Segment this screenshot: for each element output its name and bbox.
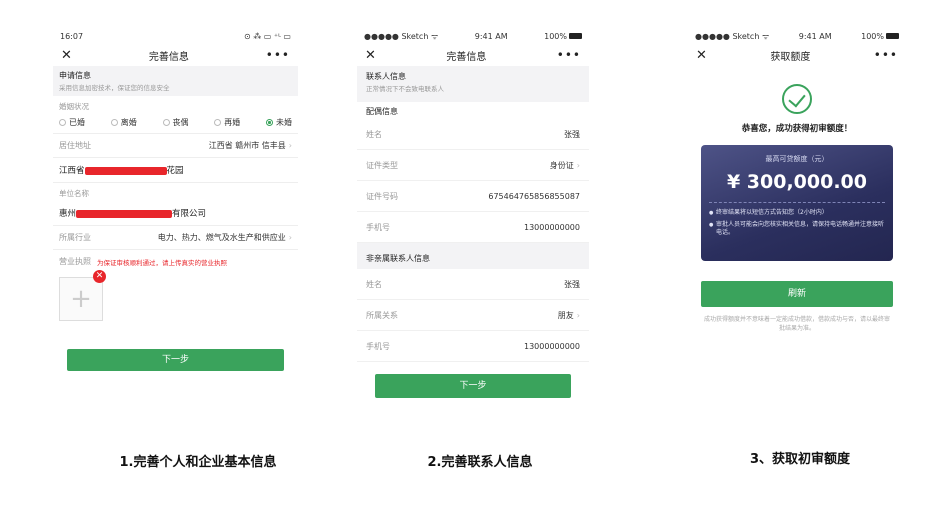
industry-value: 电力、热力、燃气及水生产和供应业: [157, 233, 286, 242]
status-bar: ●●●●● Sketch ᯤ 9:41 AM 100%: [357, 28, 589, 44]
status-time: 9:41 AM: [474, 31, 508, 41]
status-carrier: ●●●●● Sketch ᯤ: [695, 31, 770, 41]
license-upload[interactable]: + ✕: [59, 270, 106, 321]
address-detail-input[interactable]: 江西省 花园: [53, 158, 298, 183]
chevron-right-icon: ›: [576, 310, 580, 320]
radio-circle-icon: [59, 119, 66, 126]
disclaimer-text: 成功获得额度并不意味着一定能成功借款，借款成功与否，请以最终审批结果为准。: [703, 316, 890, 332]
radio-unmarried[interactable]: 未婚: [266, 117, 292, 128]
success-check-icon: [782, 84, 812, 114]
redaction-mark: [76, 209, 173, 218]
quota-amount: ¥ 300,000.00: [726, 171, 868, 193]
status-bar: 16:07 ⊙ ⁂ ▭ ⁺ᴸ ▭: [53, 28, 298, 44]
chevron-right-icon: ›: [288, 233, 292, 242]
application-info-header: 申请信息 采用信息加密技术，保证您的信息安全: [53, 66, 298, 96]
nonrelative-section-title: 非亲属联系人信息: [357, 243, 589, 269]
card-note: 终审结果将以短信方式告知您（2小时内）: [709, 209, 885, 218]
license-row: 营业执照 为保证审核顺利通过，请上传真实的营业执照: [53, 250, 298, 273]
step-caption-3: 3、获取初审额度: [749, 452, 851, 467]
status-carrier: ●●●●● Sketch ᯤ: [364, 31, 439, 41]
status-battery: 100%: [861, 31, 884, 41]
more-icon[interactable]: •••: [874, 48, 898, 62]
congrats-text: 恭喜您，成功获得初审额度！: [741, 124, 853, 134]
close-icon[interactable]: ✕: [61, 48, 72, 63]
step-caption-1: 1.完善个人和企业基本信息: [119, 455, 277, 470]
screen-contact-info: ●●●●● Sketch ᯤ 9:41 AM 100% ✕ 完善信息 ••• 联…: [357, 28, 589, 438]
radio-remarried[interactable]: 再婚: [214, 117, 240, 128]
battery-icon: [568, 33, 582, 39]
card-note: 审批人员可能会向您核实相关信息，请保持电话畅通并注意接听电话。: [709, 221, 885, 238]
more-icon[interactable]: •••: [266, 48, 290, 62]
industry-label: 所属行业: [59, 233, 91, 242]
screen-get-quota: ●●●●● Sketch ᯤ 9:41 AM 100% ✕ 获取额度 ••• 恭…: [688, 28, 906, 378]
company-label: 单位名称: [59, 189, 89, 198]
marital-label: 婚姻状况: [59, 102, 89, 111]
status-battery: 100%: [544, 31, 567, 41]
quota-card: 最高可贷额度（元） ¥ 300,000.00 终审结果将以短信方式告知您（2小时…: [701, 145, 893, 261]
radio-circle-icon: [162, 119, 170, 126]
delete-icon[interactable]: ✕: [93, 270, 106, 283]
nonrelative-name-row[interactable]: 姓名 张强: [357, 269, 589, 300]
chevron-right-icon: ›: [288, 141, 292, 150]
status-bar: ●●●●● Sketch ᯤ 9:41 AM 100%: [688, 28, 906, 44]
more-icon[interactable]: •••: [557, 48, 581, 62]
license-label: 营业执照: [59, 257, 91, 266]
step-caption-2: 2.完善联系人信息: [427, 455, 533, 470]
address-value: 江西省 赣州市 信丰县: [208, 141, 286, 150]
section-title: 申请信息: [59, 71, 91, 80]
close-icon[interactable]: ✕: [365, 48, 376, 63]
plus-icon: +: [70, 284, 92, 314]
radio-widowed[interactable]: 丧偶: [162, 117, 189, 128]
license-hint: 为保证审核顺利通过，请上传真实的营业执照: [97, 258, 227, 267]
refresh-button[interactable]: 刷新: [701, 281, 893, 307]
spouse-section-title: 配偶信息: [357, 102, 589, 119]
screen-basic-info: 16:07 ⊙ ⁂ ▭ ⁺ᴸ ▭ ✕ 完善信息 ••• 申请信息 采用信息加密技…: [53, 28, 298, 438]
radio-circle-icon: [110, 119, 118, 126]
address-label: 居住地址: [59, 141, 91, 150]
contact-info-header: 联系人信息 正常情况下不会致电联系人: [357, 66, 589, 102]
nav-title: 完善信息: [148, 51, 189, 63]
nonrelative-phone-row[interactable]: 手机号 13000000000: [357, 331, 589, 362]
address-row[interactable]: 居住地址 江西省 赣州市 信丰县 ›: [53, 134, 298, 158]
status-icons: ⊙ ⁂ ▭ ⁺ᴸ ▭: [243, 31, 291, 41]
radio-married[interactable]: 已婚: [59, 117, 85, 128]
next-button[interactable]: 下一步: [375, 374, 571, 398]
nav-bar: ✕ 获取额度 •••: [688, 44, 906, 66]
nav-title: 获取额度: [770, 51, 811, 63]
nav-title: 完善信息: [446, 51, 487, 63]
battery-icon: [885, 33, 899, 39]
close-icon[interactable]: ✕: [696, 48, 707, 63]
radio-divorced[interactable]: 离婚: [110, 117, 137, 128]
company-name-input[interactable]: 惠州 有限公司: [53, 201, 298, 226]
radio-circle-icon: [214, 119, 222, 126]
marital-options: 已婚 离婚 丧偶 再婚 未婚: [53, 114, 298, 134]
nav-bar: ✕ 完善信息 •••: [357, 44, 589, 66]
spouse-idtype-row[interactable]: 证件类型 身份证 ›: [357, 150, 589, 181]
spouse-phone-row[interactable]: 手机号 13000000000: [357, 212, 589, 243]
industry-row[interactable]: 所属行业 电力、热力、燃气及水生产和供应业 ›: [53, 226, 298, 250]
section-subtitle: 采用信息加密技术，保证您的信息安全: [59, 84, 170, 92]
card-divider: [709, 202, 885, 203]
card-caption: 最高可贷额度（元）: [765, 155, 829, 163]
redaction-mark: [84, 166, 167, 175]
radio-checked-icon: [266, 119, 273, 126]
status-time: 16:07: [60, 31, 84, 41]
status-time: 9:41 AM: [798, 31, 832, 41]
spouse-idnumber-row[interactable]: 证件号码 675464765856855087: [357, 181, 589, 212]
nonrelative-relation-row[interactable]: 所属关系 朋友 ›: [357, 300, 589, 331]
section-title: 联系人信息: [366, 72, 406, 81]
next-button[interactable]: 下一步: [67, 349, 284, 371]
spouse-name-row[interactable]: 姓名 张强: [357, 119, 589, 150]
chevron-right-icon: ›: [576, 160, 580, 170]
section-subtitle: 正常情况下不会致电联系人: [366, 85, 444, 93]
nav-bar: ✕ 完善信息 •••: [53, 44, 298, 66]
